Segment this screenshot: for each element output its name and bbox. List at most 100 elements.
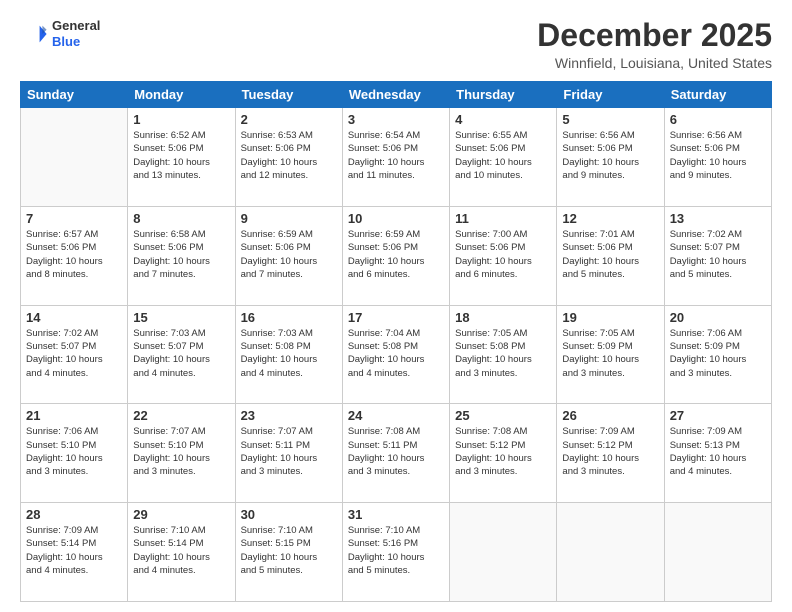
day-number: 1 [133, 112, 229, 127]
calendar-cell: 21 Sunrise: 7:06 AM Sunset: 5:10 PM Dayli… [21, 404, 128, 503]
day-number: 12 [562, 211, 658, 226]
calendar-cell: 13 Sunrise: 7:02 AM Sunset: 5:07 PM Dayli… [664, 206, 771, 305]
calendar-cell: 22 Sunrise: 7:07 AM Sunset: 5:10 PM Dayli… [128, 404, 235, 503]
calendar-cell [664, 503, 771, 602]
weekday-header-monday: Monday [128, 82, 235, 108]
day-number: 17 [348, 310, 444, 325]
day-info: Sunrise: 6:53 AM Sunset: 5:06 PM Dayligh… [241, 129, 337, 182]
calendar-cell: 17Sunrise: 7:04 AM Sunset: 5:08 PM Dayli… [342, 305, 449, 404]
day-info: Sunrise: 6:55 AM Sunset: 5:06 PM Dayligh… [455, 129, 551, 182]
day-info: Sunrise: 7:06 AM Sunset: 5:09 PM Dayligh… [670, 327, 766, 380]
day-number: 31 [348, 507, 444, 522]
day-info: Sunrise: 7:02 AM Sunset: 5:07 PM Dayligh… [26, 327, 122, 380]
day-info: Sunrise: 7:09 AM Sunset: 5:14 PM Dayligh… [26, 524, 122, 577]
weekday-header-saturday: Saturday [664, 82, 771, 108]
day-number: 25 [455, 408, 551, 423]
day-number: 20 [670, 310, 766, 325]
day-info: Sunrise: 7:07 AM Sunset: 5:11 PM Dayligh… [241, 425, 337, 478]
calendar-cell: 15Sunrise: 7:03 AM Sunset: 5:07 PM Dayli… [128, 305, 235, 404]
day-number: 21 [26, 408, 122, 423]
calendar-week-2: 7Sunrise: 6:57 AM Sunset: 5:06 PM Daylig… [21, 206, 772, 305]
day-info: Sunrise: 7:05 AM Sunset: 5:08 PM Dayligh… [455, 327, 551, 380]
weekday-header-sunday: Sunday [21, 82, 128, 108]
day-info: Sunrise: 6:59 AM Sunset: 5:06 PM Dayligh… [348, 228, 444, 281]
day-number: 8 [133, 211, 229, 226]
day-info: Sunrise: 7:08 AM Sunset: 5:11 PM Dayligh… [348, 425, 444, 478]
day-info: Sunrise: 7:02 AM Sunset: 5:07 PM Dayligh… [670, 228, 766, 281]
weekday-header-friday: Friday [557, 82, 664, 108]
day-info: Sunrise: 7:10 AM Sunset: 5:15 PM Dayligh… [241, 524, 337, 577]
day-number: 14 [26, 310, 122, 325]
day-info: Sunrise: 6:58 AM Sunset: 5:06 PM Dayligh… [133, 228, 229, 281]
calendar-cell: 16Sunrise: 7:03 AM Sunset: 5:08 PM Dayli… [235, 305, 342, 404]
calendar-week-4: 21 Sunrise: 7:06 AM Sunset: 5:10 PM Dayli… [21, 404, 772, 503]
day-number: 28 [26, 507, 122, 522]
day-number: 4 [455, 112, 551, 127]
logo: General Blue [20, 18, 100, 49]
day-info: Sunrise: 7:10 AM Sunset: 5:14 PM Dayligh… [133, 524, 229, 577]
calendar-cell: 7Sunrise: 6:57 AM Sunset: 5:06 PM Daylig… [21, 206, 128, 305]
page: General Blue December 2025 Winnfield, Lo… [0, 0, 792, 612]
calendar-cell: 14 Sunrise: 7:02 AM Sunset: 5:07 PM Dayli… [21, 305, 128, 404]
day-info: Sunrise: 7:03 AM Sunset: 5:08 PM Dayligh… [241, 327, 337, 380]
calendar-week-5: 28 Sunrise: 7:09 AM Sunset: 5:14 PM Dayli… [21, 503, 772, 602]
calendar-cell: 23 Sunrise: 7:07 AM Sunset: 5:11 PM Dayli… [235, 404, 342, 503]
day-number: 30 [241, 507, 337, 522]
calendar-week-1: 1 Sunrise: 6:52 AM Sunset: 5:06 PM Daylig… [21, 108, 772, 207]
day-number: 19 [562, 310, 658, 325]
calendar-table: SundayMondayTuesdayWednesdayThursdayFrid… [20, 81, 772, 602]
header: General Blue December 2025 Winnfield, Lo… [20, 18, 772, 71]
day-info: Sunrise: 6:52 AM Sunset: 5:06 PM Dayligh… [133, 129, 229, 182]
day-number: 5 [562, 112, 658, 127]
day-number: 13 [670, 211, 766, 226]
day-number: 2 [241, 112, 337, 127]
day-info: Sunrise: 6:59 AM Sunset: 5:06 PM Dayligh… [241, 228, 337, 281]
day-info: Sunrise: 7:09 AM Sunset: 5:13 PM Dayligh… [670, 425, 766, 478]
day-number: 26 [562, 408, 658, 423]
day-number: 27 [670, 408, 766, 423]
calendar-cell: 18 Sunrise: 7:05 AM Sunset: 5:08 PM Dayli… [450, 305, 557, 404]
day-number: 23 [241, 408, 337, 423]
location-text: Winnfield, Louisiana, United States [537, 55, 772, 71]
day-number: 29 [133, 507, 229, 522]
calendar-cell [557, 503, 664, 602]
calendar-cell: 31 Sunrise: 7:10 AM Sunset: 5:16 PM Dayli… [342, 503, 449, 602]
calendar-cell: 3Sunrise: 6:54 AM Sunset: 5:06 PM Daylig… [342, 108, 449, 207]
calendar-cell: 8 Sunrise: 6:58 AM Sunset: 5:06 PM Daylig… [128, 206, 235, 305]
day-info: Sunrise: 7:01 AM Sunset: 5:06 PM Dayligh… [562, 228, 658, 281]
day-info: Sunrise: 6:54 AM Sunset: 5:06 PM Dayligh… [348, 129, 444, 182]
day-info: Sunrise: 6:56 AM Sunset: 5:06 PM Dayligh… [670, 129, 766, 182]
day-number: 22 [133, 408, 229, 423]
day-info: Sunrise: 7:05 AM Sunset: 5:09 PM Dayligh… [562, 327, 658, 380]
calendar-cell: 10Sunrise: 6:59 AM Sunset: 5:06 PM Dayli… [342, 206, 449, 305]
calendar-cell: 29 Sunrise: 7:10 AM Sunset: 5:14 PM Dayli… [128, 503, 235, 602]
day-number: 18 [455, 310, 551, 325]
calendar-cell [450, 503, 557, 602]
logo-blue-text: Blue [52, 34, 100, 50]
day-info: Sunrise: 7:09 AM Sunset: 5:12 PM Dayligh… [562, 425, 658, 478]
calendar-cell: 27 Sunrise: 7:09 AM Sunset: 5:13 PM Dayli… [664, 404, 771, 503]
day-info: Sunrise: 7:07 AM Sunset: 5:10 PM Dayligh… [133, 425, 229, 478]
logo-text: General Blue [52, 18, 100, 49]
calendar-cell [21, 108, 128, 207]
calendar-cell: 12 Sunrise: 7:01 AM Sunset: 5:06 PM Dayli… [557, 206, 664, 305]
calendar-header-row: SundayMondayTuesdayWednesdayThursdayFrid… [21, 82, 772, 108]
day-number: 9 [241, 211, 337, 226]
day-info: Sunrise: 7:06 AM Sunset: 5:10 PM Dayligh… [26, 425, 122, 478]
day-number: 11 [455, 211, 551, 226]
calendar-cell: 30 Sunrise: 7:10 AM Sunset: 5:15 PM Dayli… [235, 503, 342, 602]
calendar-cell: 11Sunrise: 7:00 AM Sunset: 5:06 PM Dayli… [450, 206, 557, 305]
weekday-header-thursday: Thursday [450, 82, 557, 108]
day-info: Sunrise: 7:10 AM Sunset: 5:16 PM Dayligh… [348, 524, 444, 577]
logo-icon [20, 20, 48, 48]
calendar-cell: 19 Sunrise: 7:05 AM Sunset: 5:09 PM Dayli… [557, 305, 664, 404]
day-number: 6 [670, 112, 766, 127]
calendar-cell: 5Sunrise: 6:56 AM Sunset: 5:06 PM Daylig… [557, 108, 664, 207]
calendar-cell: 24 Sunrise: 7:08 AM Sunset: 5:11 PM Dayli… [342, 404, 449, 503]
title-block: December 2025 Winnfield, Louisiana, Unit… [537, 18, 772, 71]
calendar-cell: 4 Sunrise: 6:55 AM Sunset: 5:06 PM Daylig… [450, 108, 557, 207]
calendar-cell: 20 Sunrise: 7:06 AM Sunset: 5:09 PM Dayli… [664, 305, 771, 404]
day-number: 24 [348, 408, 444, 423]
calendar-cell: 26 Sunrise: 7:09 AM Sunset: 5:12 PM Dayli… [557, 404, 664, 503]
logo-general-text: General [52, 18, 100, 34]
